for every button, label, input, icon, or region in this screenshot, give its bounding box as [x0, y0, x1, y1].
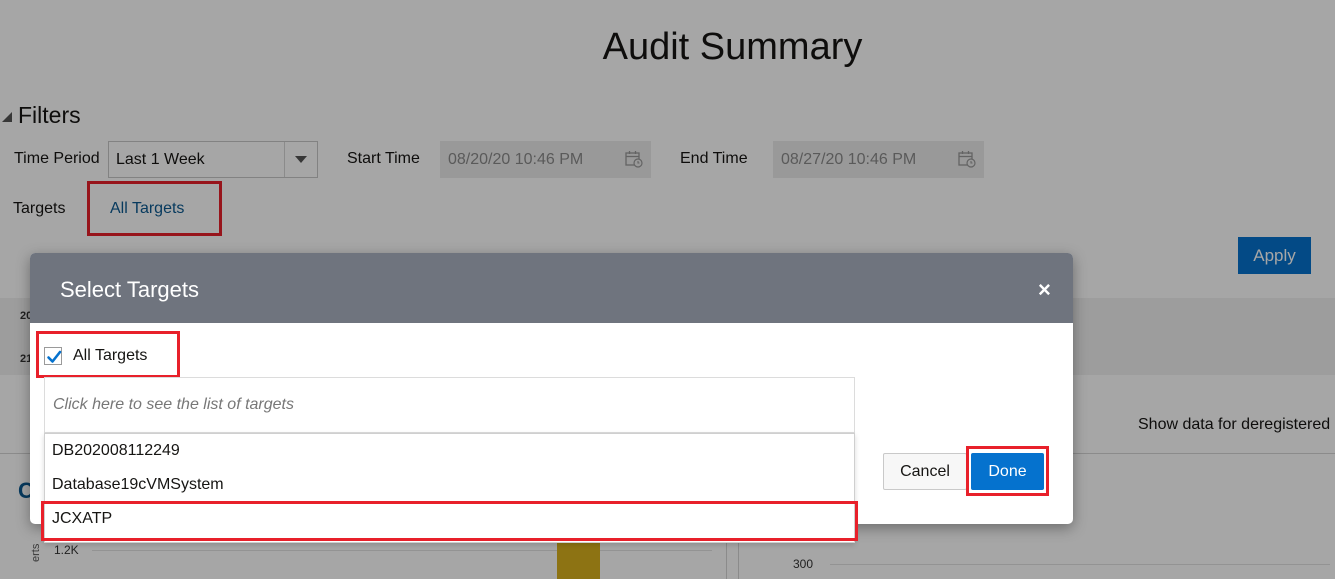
select-targets-dialog: Select Targets × All Targets Click here …	[30, 253, 1073, 543]
targets-search-placeholder: Click here to see the list of targets	[53, 396, 294, 413]
highlight-box-all-targets	[36, 331, 180, 378]
target-list-item[interactable]: DB202008112249	[45, 434, 854, 468]
close-icon[interactable]: ×	[1038, 277, 1051, 303]
dialog-header: Select Targets ×	[30, 253, 1073, 323]
cancel-button[interactable]: Cancel	[883, 453, 967, 490]
targets-search-input[interactable]: Click here to see the list of targets	[44, 377, 855, 433]
highlight-box-done	[966, 446, 1049, 496]
highlight-box-jcxatp	[41, 501, 858, 541]
dialog-title: Select Targets	[60, 277, 200, 302]
target-list-item[interactable]: Database19cVMSystem	[45, 468, 854, 502]
